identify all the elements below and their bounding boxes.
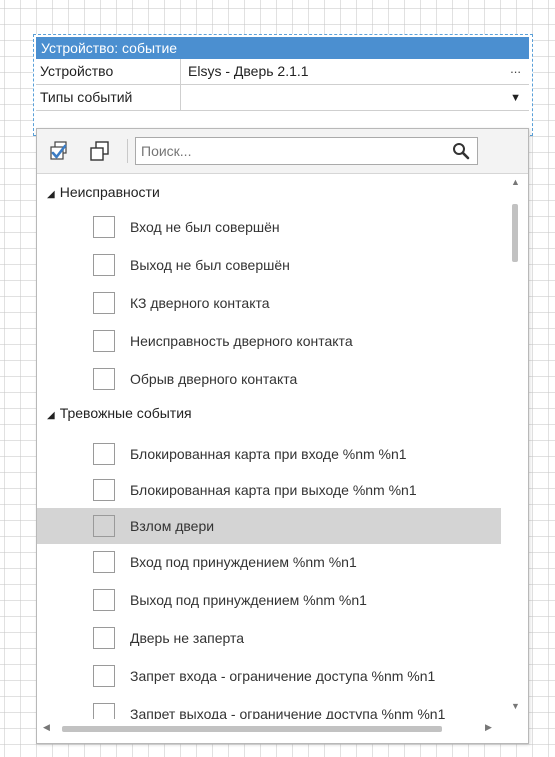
checkbox[interactable] <box>93 292 115 314</box>
checkbox[interactable] <box>93 254 115 276</box>
list-item[interactable]: Запрет выхода - ограничение доступа %nm … <box>37 696 501 719</box>
event-types-label: Типы событий <box>36 85 181 110</box>
list-item-selected[interactable]: Взлом двери <box>37 508 501 544</box>
scroll-down-icon[interactable]: ▼ <box>511 701 520 711</box>
checkbox[interactable] <box>93 216 115 238</box>
event-types-popup: ◢Неисправности Вход не был совершён Выхо… <box>36 128 529 744</box>
list-item[interactable]: Запрет входа - ограничение доступа %nm %… <box>37 658 501 694</box>
event-types-row[interactable]: Типы событий ▼ <box>36 85 529 111</box>
vertical-scrollbar[interactable]: ▲ ▼ <box>507 174 525 719</box>
checkbox[interactable] <box>93 443 115 465</box>
search-icon[interactable] <box>452 142 470 165</box>
device-label: Устройство <box>36 59 181 84</box>
check-all-icon[interactable] <box>49 140 71 162</box>
panel-title: Устройство: событие <box>36 37 529 59</box>
checkbox[interactable] <box>93 515 115 537</box>
list-item[interactable]: Неисправность дверного контакта <box>37 323 501 359</box>
checkbox[interactable] <box>93 551 115 573</box>
checkbox[interactable] <box>93 479 115 501</box>
list-item[interactable]: Блокированная карта при выходе %nm %n1 <box>37 472 501 508</box>
device-row[interactable]: Устройство Elsys - Дверь 2.1.1 ... <box>36 59 529 85</box>
list-item[interactable]: КЗ дверного контакта <box>37 285 501 321</box>
checkbox[interactable] <box>93 703 115 719</box>
list-item[interactable]: Дверь не заперта <box>37 620 501 656</box>
device-browse-button[interactable]: ... <box>510 61 521 76</box>
group-header-alarms[interactable]: ◢ Тревожные события <box>47 401 192 425</box>
collapse-triangle-icon[interactable]: ◢ <box>47 189 55 200</box>
list-item[interactable]: Блокированная карта при входе %nm %n1 <box>37 436 501 472</box>
device-value: Elsys - Дверь 2.1.1 <box>188 63 309 79</box>
checkbox[interactable] <box>93 665 115 687</box>
checkbox[interactable] <box>93 589 115 611</box>
vertical-scroll-thumb[interactable] <box>512 204 518 262</box>
uncheck-all-icon[interactable] <box>89 140 111 162</box>
list-item[interactable]: Выход не был совершён <box>37 247 501 283</box>
checkbox[interactable] <box>93 330 115 352</box>
popup-toolbar <box>37 129 528 174</box>
list-item[interactable]: Вход не был совершён <box>37 209 501 245</box>
list-item[interactable]: Обрыв дверного контакта <box>37 361 501 397</box>
list-item[interactable]: Вход под принуждением %nm %n1 <box>37 544 501 580</box>
checkbox[interactable] <box>93 627 115 649</box>
event-types-dropdown-arrow-icon[interactable]: ▼ <box>510 85 521 111</box>
horizontal-scrollbar[interactable]: ◀ ▶ <box>37 719 505 739</box>
checkbox[interactable] <box>93 368 115 390</box>
event-types-list: ◢ Неисправности Вход не был совершён Выхо… <box>37 174 505 719</box>
scroll-right-icon[interactable]: ▶ <box>485 722 492 733</box>
horizontal-scroll-thumb[interactable] <box>62 726 442 732</box>
search-input[interactable] <box>135 137 478 165</box>
scroll-up-icon[interactable]: ▲ <box>511 177 520 187</box>
scroll-left-icon[interactable]: ◀ <box>43 722 50 733</box>
list-item[interactable]: Выход под принуждением %nm %n1 <box>37 582 501 618</box>
group-header-faults[interactable]: ◢ Неисправности <box>47 180 160 204</box>
toolbar-separator <box>127 139 128 163</box>
collapse-triangle-icon[interactable]: ◢ <box>47 410 55 421</box>
